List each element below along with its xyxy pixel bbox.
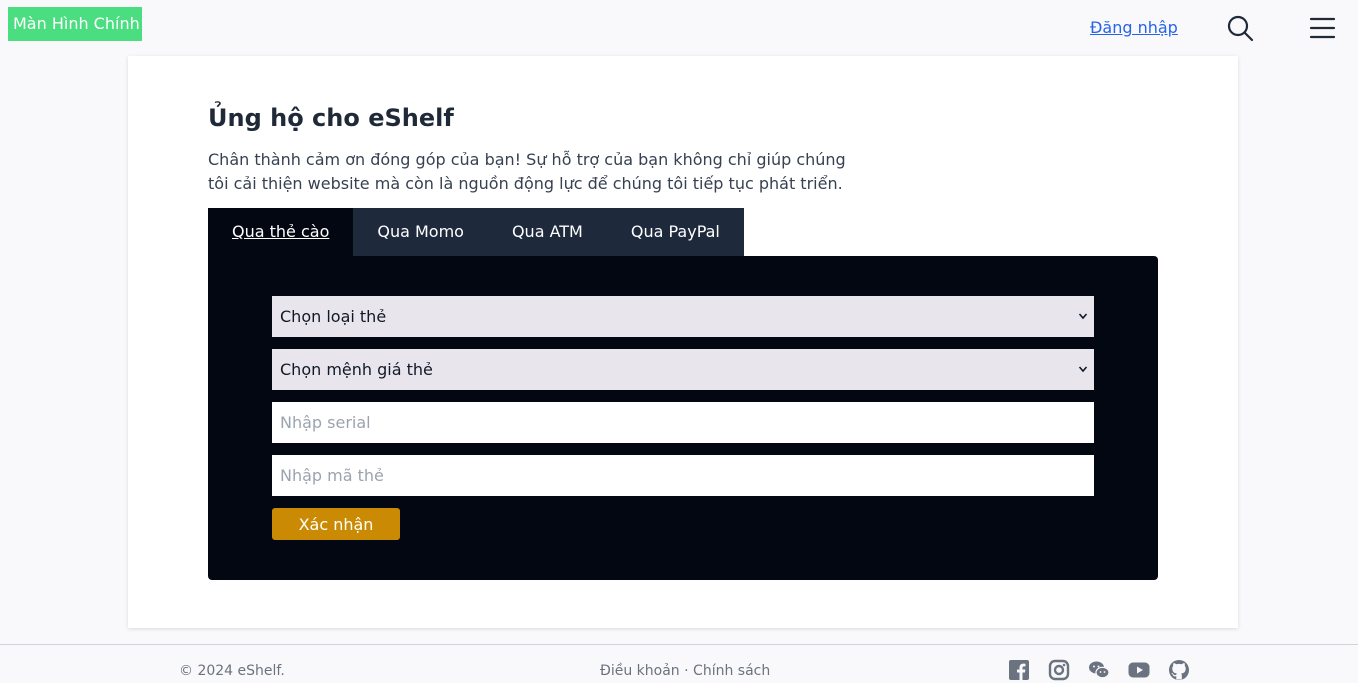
submit-button[interactable]: Xác nhận [272,508,400,540]
scratch-card-panel: Chọn loại thẻ Chọn mệnh giá thẻ Xác nhận [208,256,1158,580]
terms-link[interactable]: Điều khoản [600,663,680,679]
youtube-icon[interactable] [1128,659,1150,681]
footer-links: Điều khoản · Chính sách [600,663,770,679]
policy-link[interactable]: Chính sách [693,663,770,679]
footer: © 2024 eShelf. Điều khoản · Chính sách [0,644,1358,683]
login-link[interactable]: Đăng nhập [1090,18,1178,37]
payment-tabs: Qua thẻ cào Qua Momo Qua ATM Qua PayPal [208,208,744,256]
top-navbar: Màn Hình Chính Đăng nhập [0,0,1358,56]
donation-card: Ủng hộ cho eShelf Chân thành cảm ơn đóng… [128,56,1238,628]
serial-input[interactable] [272,402,1094,443]
footer-separator: · [684,663,689,679]
card-code-input[interactable] [272,455,1094,496]
tab-atm[interactable]: Qua ATM [488,208,607,256]
card-type-select-value: Chọn loại thẻ [280,307,387,326]
card-value-select-value: Chọn mệnh giá thẻ [280,360,433,379]
menu-icon[interactable] [1308,14,1336,42]
chevron-down-icon [1078,313,1088,320]
facebook-icon[interactable] [1008,659,1030,681]
card-type-select[interactable]: Chọn loại thẻ [272,296,1094,337]
tab-paypal[interactable]: Qua PayPal [607,208,744,256]
copyright-text: © 2024 eShelf. [179,663,285,679]
card-value-select[interactable]: Chọn mệnh giá thẻ [272,349,1094,390]
page-description: Chân thành cảm ơn đóng góp của bạn! Sự h… [208,150,846,193]
home-link[interactable]: Màn Hình Chính [8,7,142,41]
instagram-icon[interactable] [1048,659,1070,681]
chevron-down-icon [1078,366,1088,373]
tab-scratch-card[interactable]: Qua thẻ cào [208,208,354,256]
search-icon[interactable] [1226,14,1254,42]
wechat-icon[interactable] [1088,659,1110,681]
page-title: Ủng hộ cho eShelf [208,104,454,132]
github-icon[interactable] [1168,659,1190,681]
tab-momo[interactable]: Qua Momo [353,208,488,256]
